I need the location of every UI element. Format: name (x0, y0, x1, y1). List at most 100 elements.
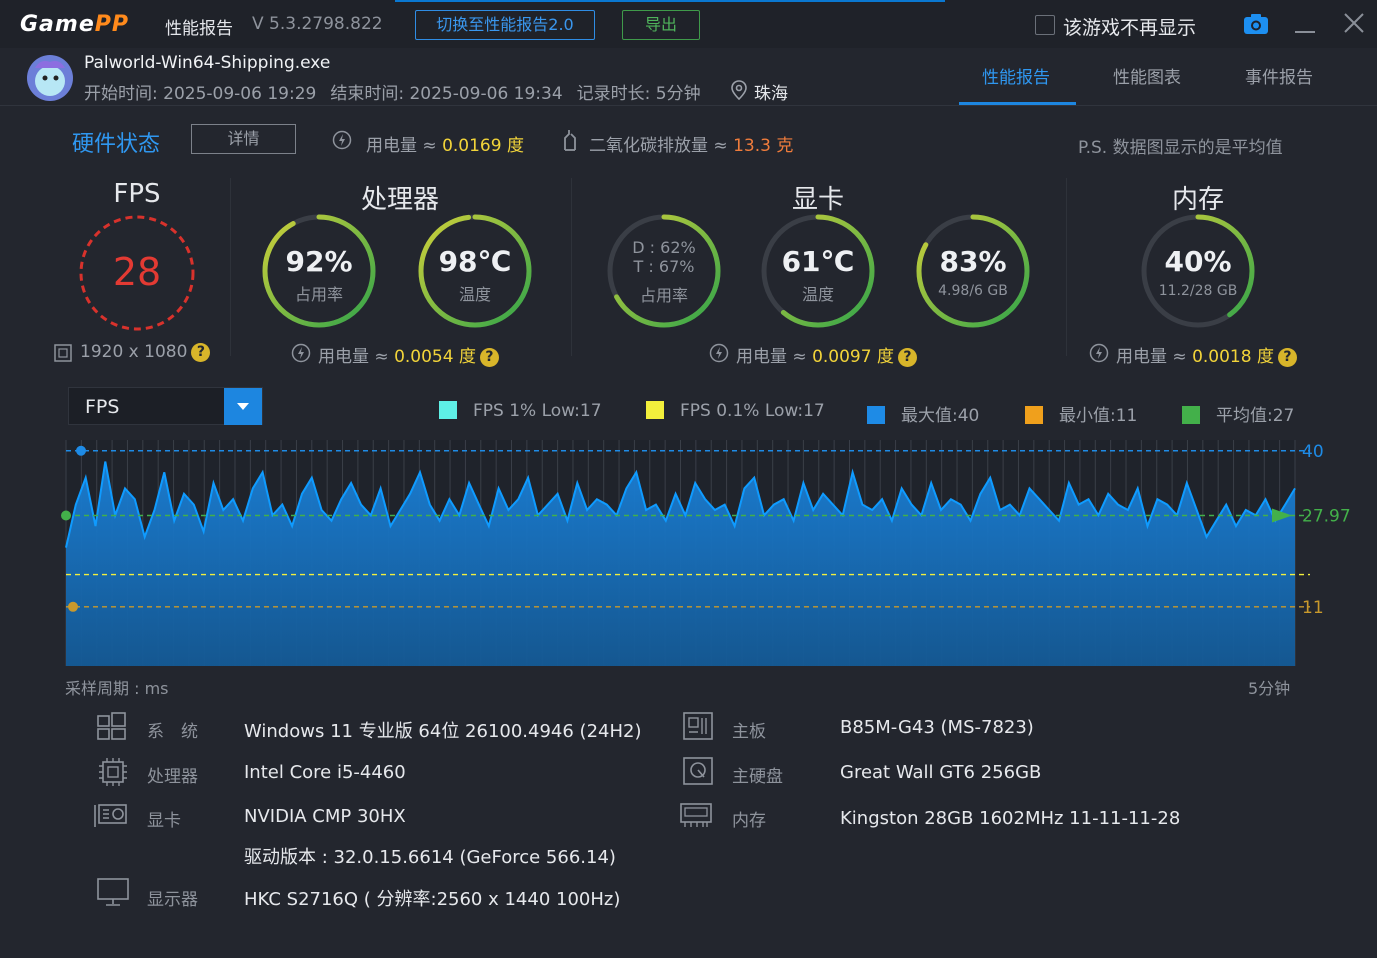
legend-max: 最大值:40 (867, 401, 979, 426)
start-time: 开始时间: 2025-09-06 19:29 (84, 84, 317, 104)
power-icon (709, 343, 729, 363)
ram-label: 内存 (732, 811, 766, 831)
chevron-down-icon[interactable] (224, 388, 262, 425)
legend-label: FPS 0.1% Low:17 (680, 401, 825, 421)
detail-button[interactable]: 详情 (191, 124, 296, 154)
gpu-label: 显卡 (147, 811, 181, 831)
x-axis-label-right: 5分钟 (1248, 679, 1291, 698)
minimize-icon[interactable] (1295, 31, 1315, 33)
gpu-vram-value: 83% (939, 245, 1007, 278)
gpu-vram-detail: 4.98/6 GB (938, 283, 1008, 299)
gpu-d-usage: D : 62% (632, 238, 696, 257)
resolution-value: 1920 x 1080 (80, 342, 188, 362)
cpu-usage-label: 占用率 (294, 285, 343, 304)
min-marker (68, 601, 78, 612)
export-button[interactable]: 导出 (622, 10, 700, 40)
y-label-max: 40 (1302, 442, 1324, 462)
total-power-value: 0.0169 度 (442, 136, 524, 156)
camera-icon[interactable] (1243, 12, 1269, 36)
chart-note: P.S. 数据图显示的是平均值 (1078, 138, 1283, 158)
memory-power-value: 0.0018 度 (1192, 347, 1274, 367)
legend-swatch (867, 406, 885, 424)
cpu-value: Intel Core i5-4460 (244, 762, 406, 783)
total-power: 用电量 ≈ 0.0169 度 (366, 131, 524, 156)
gpu-driver: 驱动版本 : 32.0.15.6614 (GeForce 566.14) (244, 847, 616, 868)
x-axis-label-left: 采样周期 : ms (65, 679, 169, 698)
legend-label: 平均值:27 (1216, 406, 1295, 426)
panel-divider (571, 178, 572, 356)
disk-label: 主硬盘 (732, 767, 783, 787)
location-label: 珠海 (754, 84, 788, 104)
hard-disk-icon (683, 757, 713, 785)
cpu-power-label: 用电量 ≈ (318, 347, 389, 367)
board-label: 主板 (732, 722, 766, 742)
windows-icon (97, 712, 126, 740)
fps-chart[interactable]: 40 27.97 11 (0, 430, 1377, 680)
app-logo: GamePP (20, 12, 129, 37)
gpu-power-value: 0.0097 度 (812, 347, 894, 367)
monitor-value: HKC S2716Q ( 分辨率:2560 x 1440 100Hz) (244, 889, 621, 910)
monitor-icon (97, 878, 129, 906)
avg-marker (61, 510, 71, 521)
gpu-value: NVIDIA CMP 30HX (244, 806, 406, 827)
help-icon[interactable]: ? (1277, 347, 1297, 367)
help-icon[interactable]: ? (897, 347, 917, 367)
session-times: 开始时间: 2025-09-06 19:29 结束时间: 2025-09-06 1… (84, 79, 715, 104)
co2-emission: 二氧化碳排放量 ≈ 13.3 克 (589, 131, 793, 156)
metric-select[interactable]: FPS (68, 387, 263, 425)
legend-label: FPS 1% Low:17 (473, 401, 602, 421)
gpu-temp-value: 61℃ (781, 245, 855, 278)
record-duration: 记录时长: 5分钟 (576, 84, 701, 104)
board-value: B85M-G43 (MS-7823) (840, 717, 1034, 738)
help-icon[interactable]: ? (479, 347, 499, 367)
cpu-title: 处理器 (360, 185, 439, 215)
co2-value: 13.3 克 (733, 136, 794, 156)
cpu-power: 用电量 ≈ 0.0054 度? (318, 342, 499, 367)
cpu-usage-value: 92% (285, 245, 353, 278)
top-accent-line (395, 0, 945, 2)
fps-value: 28 (112, 250, 162, 294)
motherboard-icon (683, 712, 713, 740)
legend-label: 最大值:40 (901, 406, 980, 426)
power-icon (1089, 343, 1109, 363)
end-time: 结束时间: 2025-09-06 19:34 (330, 84, 563, 104)
location-icon (731, 80, 747, 100)
gpu-temp-label: 温度 (801, 285, 834, 304)
memory-title: 内存 (1171, 185, 1224, 215)
gpu-power: 用电量 ≈ 0.0097 度? (736, 342, 917, 367)
gpu-title: 显卡 (791, 185, 844, 215)
game-exe-name: Palworld-Win64-Shipping.exe (84, 53, 331, 73)
cpu-chip-icon (99, 758, 127, 786)
close-icon[interactable] (1343, 12, 1365, 34)
switch-report-button[interactable]: 切换至性能报告2.0 (415, 10, 595, 40)
no-show-checkbox[interactable] (1035, 15, 1055, 35)
tab-performance-report[interactable]: 性能报告 (982, 63, 1050, 88)
y-label-avg: 27.97 (1302, 506, 1351, 526)
memory-power-label: 用电量 ≈ (1116, 347, 1187, 367)
graphics-card-icon (94, 804, 127, 827)
os-value: Windows 11 专业版 64位 26100.4946 (24H2) (244, 721, 642, 742)
resolution-icon (54, 344, 72, 362)
help-icon[interactable]: ? (191, 342, 211, 362)
legend-swatch (646, 401, 664, 419)
tab-event-report[interactable]: 事件报告 (1245, 63, 1313, 88)
disk-value: Great Wall GT6 256GB (840, 762, 1042, 783)
gpu-usage-label: 占用率 (639, 286, 688, 305)
legend-label: 最小值:11 (1059, 406, 1138, 426)
hardware-status-title: 硬件状态 (72, 132, 161, 157)
metric-select-value: FPS (85, 396, 120, 418)
legend-fps-01-low: FPS 0.1% Low:17 (646, 401, 825, 421)
memory-usage-detail: 11.2/28 GB (1158, 283, 1238, 299)
panel-divider (230, 178, 231, 356)
tab-performance-chart[interactable]: 性能图表 (1113, 63, 1181, 88)
total-power-label: 用电量 ≈ (366, 136, 437, 156)
cpu-temp-label: 温度 (458, 285, 491, 304)
memory-module-icon (680, 803, 712, 827)
active-tab-indicator (959, 102, 1076, 105)
legend-min: 最小值:11 (1025, 401, 1137, 426)
gpu-t-usage: T : 67% (633, 257, 695, 276)
memory-usage-value: 40% (1164, 245, 1232, 278)
monitor-label: 显示器 (147, 890, 198, 910)
os-label: 系 统 (147, 722, 198, 742)
panel-divider (1066, 178, 1067, 356)
